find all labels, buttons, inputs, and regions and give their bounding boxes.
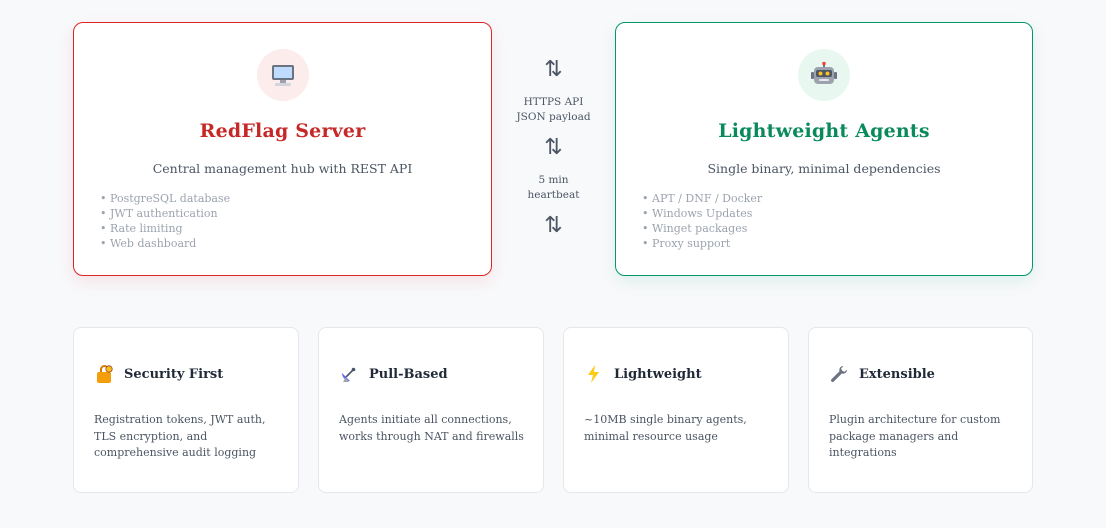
bidirectional-arrow-icon: ⇅ [544, 213, 563, 238]
robot-icon [811, 61, 837, 84]
feature-title: Extensible [859, 366, 935, 382]
wrench-icon [829, 364, 849, 384]
feature-card-security: Security First Registration tokens, JWT … [73, 327, 299, 493]
server-card: RedFlag Server Central management hub wi… [73, 22, 492, 276]
feature-description: Agents initiate all connections, works t… [339, 413, 524, 443]
list-item: Web dashboard [100, 236, 230, 251]
connection-label-line: heartbeat [527, 189, 580, 201]
architecture-diagram: RedFlag Server Central management hub wi… [0, 0, 1106, 528]
connection-label-heartbeat: 5 min heartbeat [492, 173, 615, 203]
lightning-icon [584, 364, 604, 384]
lock-icon [94, 364, 114, 384]
connection-column: ⇅ HTTPS API JSON payload ⇅ 5 min heartbe… [492, 0, 615, 280]
feature-title: Pull-Based [369, 366, 448, 382]
server-title: RedFlag Server [199, 120, 366, 142]
agents-card: Lightweight Agents Single binary, minima… [615, 22, 1033, 276]
list-item: JWT authentication [100, 206, 230, 221]
agents-feature-list: APT / DNF / Docker Windows Updates Winge… [642, 191, 762, 251]
feature-card-header: Extensible [829, 364, 935, 384]
agents-subtitle: Single binary, minimal dependencies [707, 161, 941, 176]
list-item: Windows Updates [642, 206, 762, 221]
connection-label-protocol: HTTPS API JSON payload [492, 95, 615, 125]
server-subtitle: Central management hub with REST API [152, 161, 413, 176]
bidirectional-arrow-icon: ⇅ [544, 135, 563, 160]
feature-card-extensible: Extensible Plugin architecture for custo… [808, 327, 1033, 493]
feature-description: Registration tokens, JWT auth, TLS encry… [94, 413, 266, 459]
list-item: Proxy support [642, 236, 762, 251]
feature-description: Plugin architecture for custom package m… [829, 413, 1001, 459]
connection-label-line: HTTPS API [523, 96, 584, 108]
agents-title: Lightweight Agents [718, 120, 930, 142]
connection-label-line: JSON payload [516, 111, 591, 123]
server-feature-list: PostgreSQL database JWT authentication R… [100, 191, 230, 251]
list-item: Winget packages [642, 221, 762, 236]
server-icon-badge [256, 49, 309, 101]
bidirectional-arrow-icon: ⇅ [544, 57, 563, 82]
feature-title: Security First [124, 366, 224, 382]
feature-description: ~10MB single binary agents, minimal reso… [584, 413, 747, 443]
satellite-dish-icon [339, 364, 359, 384]
computer-icon [271, 65, 294, 86]
list-item: PostgreSQL database [100, 191, 230, 206]
agents-icon-badge [798, 49, 850, 101]
list-item: Rate limiting [100, 221, 230, 236]
feature-card-header: Pull-Based [339, 364, 448, 384]
connection-label-line: 5 min [538, 174, 569, 186]
feature-card-header: Lightweight [584, 364, 702, 384]
feature-title: Lightweight [614, 366, 702, 382]
feature-card-header: Security First [94, 364, 223, 384]
list-item: APT / DNF / Docker [642, 191, 762, 206]
feature-card-pull-based: Pull-Based Agents initiate all connectio… [318, 327, 544, 493]
feature-card-lightweight: Lightweight ~10MB single binary agents, … [563, 327, 789, 493]
